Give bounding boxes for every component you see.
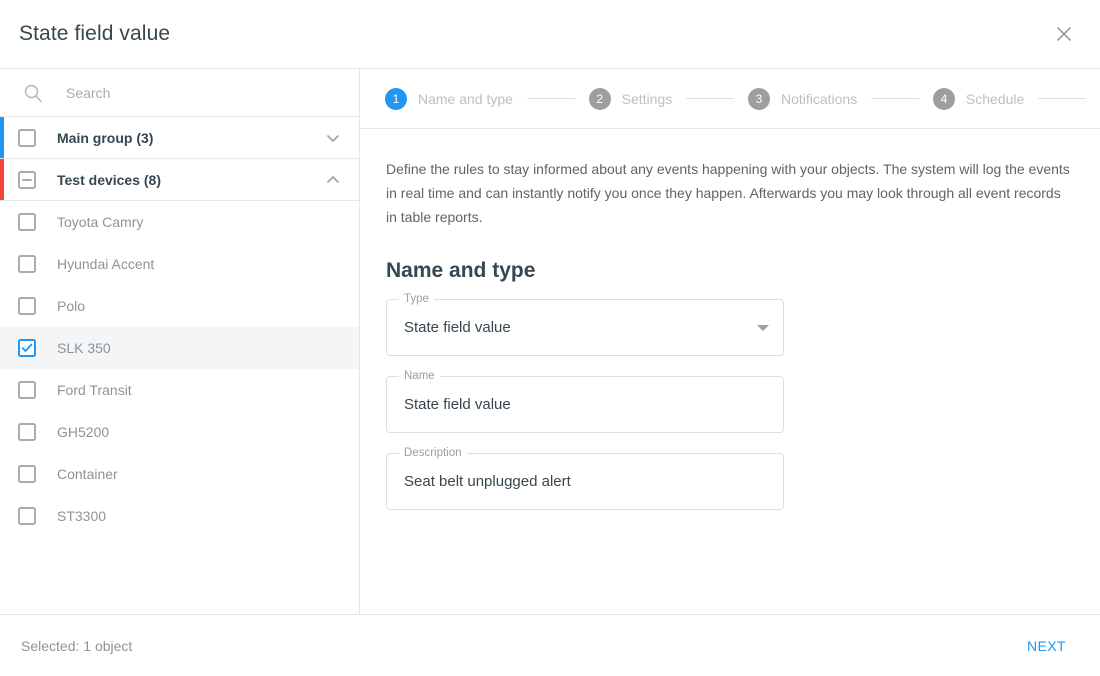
device-label: Polo: [57, 298, 86, 314]
list-item[interactable]: GH5200: [0, 411, 359, 453]
group-checkbox-unchecked[interactable]: [18, 128, 36, 147]
device-checkbox[interactable]: [18, 423, 36, 441]
group-accent-bar: [0, 159, 4, 200]
device-label: Toyota Camry: [57, 214, 144, 230]
step-settings[interactable]: 2 Settings: [588, 87, 673, 110]
device-label: Container: [57, 466, 118, 482]
group-accent-bar: [0, 117, 4, 158]
search-icon: [24, 84, 42, 102]
object-tree-sidebar: Main group (3) Test devices (8): [0, 69, 360, 614]
list-item[interactable]: Hyundai Accent: [0, 243, 359, 285]
step-pane-name-and-type: Define the rules to stay informed about …: [360, 129, 1100, 614]
step-label: Settings: [621, 90, 673, 107]
description-field-label: Description: [399, 446, 467, 460]
state-field-value-dialog: State field value Search Main group (3) …: [0, 0, 1100, 676]
type-field[interactable]: Type State field value: [386, 292, 784, 356]
next-button[interactable]: NEXT: [1015, 630, 1078, 662]
type-select[interactable]: State field value: [386, 299, 784, 356]
tree-group-main-group[interactable]: Main group (3): [0, 117, 359, 159]
description-field-value: Seat belt unplugged alert: [404, 473, 571, 490]
step-connector: [526, 98, 575, 99]
step-connector: [686, 98, 734, 99]
wizard-stepper: 1 Name and type 2 Settings 3 Notificatio…: [360, 69, 1100, 129]
page-title: State field value: [19, 22, 171, 45]
name-field-label: Name: [399, 369, 440, 383]
search-row: [0, 69, 359, 117]
object-tree: Main group (3) Test devices (8) Toyota C…: [0, 117, 359, 614]
description-input[interactable]: Seat belt unplugged alert: [386, 453, 784, 510]
description-field[interactable]: Description Seat belt unplugged alert: [386, 446, 784, 510]
step-schedule[interactable]: 4 Schedule: [932, 87, 1025, 110]
device-label: SLK 350: [57, 340, 111, 356]
name-field-value: State field value: [404, 396, 511, 413]
tree-group-test-devices[interactable]: Test devices (8): [0, 159, 359, 201]
device-label: GH5200: [57, 424, 110, 440]
chevron-down-icon[interactable]: [757, 324, 769, 331]
chevron-up-icon[interactable]: [325, 172, 341, 188]
section-title: Name and type: [386, 259, 536, 282]
device-checkbox[interactable]: [18, 213, 36, 231]
step-label: Notifications: [780, 90, 858, 107]
device-label: ST3300: [57, 508, 107, 524]
intro-text: Define the rules to stay informed about …: [386, 161, 1070, 225]
list-item[interactable]: Polo: [0, 285, 359, 327]
list-item-selected[interactable]: SLK 350: [0, 327, 359, 369]
selection-status: Selected: 1 object: [21, 637, 133, 654]
step-name-and-type[interactable]: 1 Name and type: [385, 87, 513, 110]
dialog-body: Main group (3) Test devices (8): [0, 69, 1100, 614]
dialog-footer: Selected: 1 object NEXT: [0, 614, 1100, 676]
step-notifications[interactable]: 3 Notifications: [747, 87, 858, 110]
device-label: Hyundai Accent: [57, 256, 155, 272]
step-label: Name and type: [418, 90, 513, 107]
close-button[interactable]: [1044, 14, 1084, 54]
device-checkbox[interactable]: [18, 465, 36, 483]
device-checkbox[interactable]: [18, 381, 36, 399]
list-item[interactable]: Container: [0, 453, 359, 495]
group-label: Test devices (8): [57, 171, 162, 188]
device-checkbox-checked[interactable]: [18, 339, 36, 357]
search-input[interactable]: [66, 69, 316, 116]
device-checkbox[interactable]: [18, 255, 36, 273]
name-input[interactable]: State field value: [386, 376, 784, 433]
device-label: Ford Transit: [57, 382, 132, 398]
step-connector: [871, 98, 919, 99]
dialog-header: State field value: [0, 0, 1100, 69]
device-checkbox[interactable]: [18, 297, 36, 315]
type-field-label: Type: [399, 292, 434, 306]
group-label: Main group (3): [57, 129, 154, 146]
close-icon: [1056, 26, 1072, 42]
step-connector-trailing: [1038, 98, 1087, 99]
group-checkbox-indeterminate[interactable]: [18, 170, 36, 189]
step-number: 4: [932, 87, 955, 110]
step-number: 2: [588, 87, 611, 110]
type-field-value: State field value: [404, 319, 511, 336]
step-label: Schedule: [965, 90, 1025, 107]
step-number: 3: [747, 87, 770, 110]
wizard-content: 1 Name and type 2 Settings 3 Notificatio…: [360, 69, 1100, 614]
step-number: 1: [385, 87, 407, 110]
list-item[interactable]: Ford Transit: [0, 369, 359, 411]
name-field[interactable]: Name State field value: [386, 369, 784, 433]
list-item[interactable]: ST3300: [0, 495, 359, 537]
list-item[interactable]: Toyota Camry: [0, 201, 359, 243]
chevron-down-icon[interactable]: [325, 130, 341, 146]
device-checkbox[interactable]: [18, 507, 36, 525]
